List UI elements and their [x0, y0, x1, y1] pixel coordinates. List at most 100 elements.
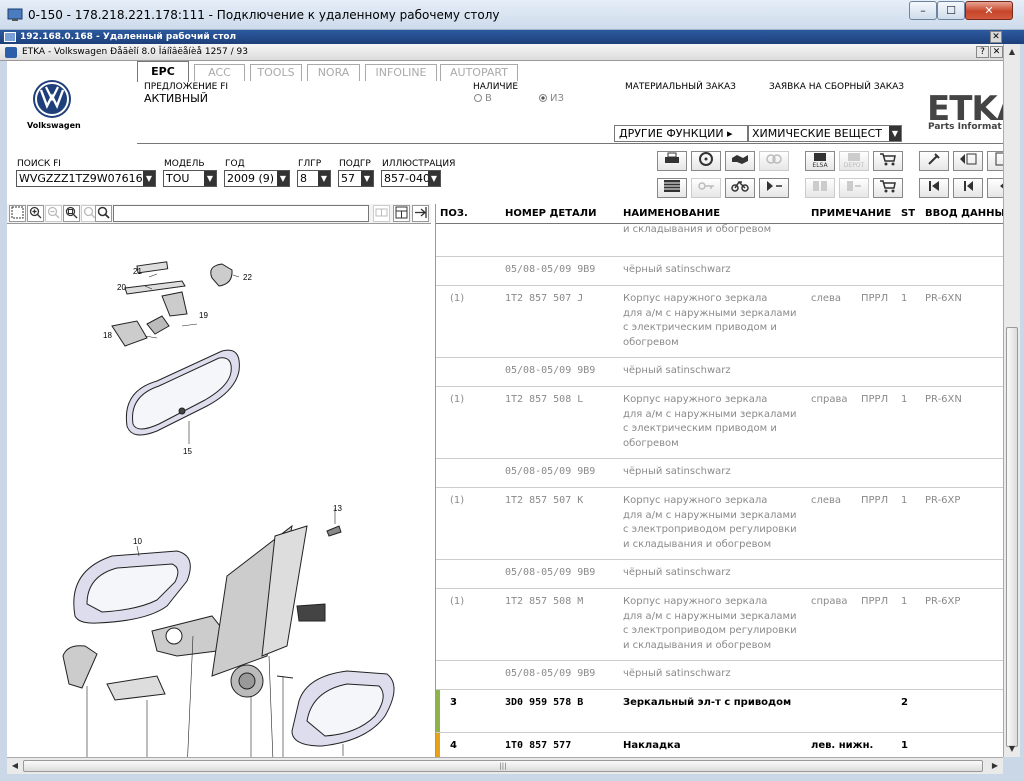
scroll-right-icon[interactable]: ▶	[989, 760, 1001, 772]
chevron-down-icon[interactable]: ▼	[318, 171, 330, 186]
chevron-down-icon[interactable]: ▼	[361, 171, 373, 186]
chevron-down-icon[interactable]: ▼	[428, 171, 440, 186]
back-list-button[interactable]	[953, 151, 983, 171]
table-row[interactable]: 05/08-05/09 9B9 чёрный satinschwarz	[436, 358, 1003, 387]
horizontal-scrollbar[interactable]: ◀ ||| ▶	[7, 757, 1003, 774]
scrollbar-thumb[interactable]: |||	[23, 760, 983, 772]
col-note[interactable]: ПРИМЕЧАНИЕ	[811, 208, 891, 219]
app-close-button[interactable]: ✕	[990, 46, 1003, 58]
callout-20[interactable]: 20	[117, 283, 126, 292]
chevron-down-icon[interactable]: ▼	[204, 171, 216, 186]
magnifier-button[interactable]	[95, 205, 112, 222]
zoom-area-button[interactable]	[9, 205, 26, 222]
chemicals-select[interactable]: ХИМИЧЕСКИЕ ВЕЩЕСТ ▼	[748, 125, 902, 142]
illustration-search-field[interactable]	[113, 205, 369, 222]
table-row[interactable]: 05/08-05/09 9B9 чёрный satinschwarz	[436, 661, 1003, 690]
rdp-close-button[interactable]: ✕	[990, 31, 1002, 43]
table-row[interactable]: 05/08-05/09 9B9 чёрный satinschwarz	[436, 257, 1003, 286]
print-button[interactable]	[657, 151, 687, 171]
table-row[interactable]: (1) 1T2 857 508 M справа ПРРЛ 1 PR-6XP Корпус …	[436, 589, 1003, 661]
cell-name-line: с электрическим приводом и	[623, 322, 777, 333]
col-name[interactable]: НАИМЕНОВАНИЕ	[623, 208, 720, 219]
parts-illustration[interactable]: 21 22 20 19 18 15 13 10 5 4 3 9 6 11 1	[7, 226, 433, 757]
cell-note: справа	[811, 394, 848, 405]
tab-acc[interactable]: ACC	[194, 64, 245, 81]
parts-list-button[interactable]	[657, 178, 687, 198]
cell-part-number: 1T2 857 508 L	[505, 394, 584, 405]
transfer-button[interactable]	[839, 178, 869, 198]
zoom-fit-button[interactable]	[63, 205, 80, 222]
vin-input[interactable]: WVGZZZ1TZ9W07616 ▼	[16, 170, 156, 187]
first-button[interactable]	[919, 178, 949, 198]
table-row[interactable]: 05/08-05/09 9B9 чёрный satinschwarz	[436, 459, 1003, 488]
play-button[interactable]	[759, 178, 789, 198]
col-input[interactable]: ВВОД ДАННЫХ	[925, 208, 1003, 219]
cart-add-button[interactable]	[873, 151, 903, 171]
scroll-down-icon[interactable]: ▼	[1006, 743, 1018, 755]
scroll-left-icon[interactable]: ◀	[9, 760, 21, 772]
expand-button[interactable]	[412, 205, 429, 222]
scrollbar-thumb[interactable]	[1006, 327, 1018, 747]
material-order-link[interactable]: МАТЕРИАЛЬНЫЙ ЗАКАЗ	[625, 82, 736, 92]
search-disabled-button[interactable]	[759, 151, 789, 171]
bike-button[interactable]	[725, 178, 755, 198]
callout-10[interactable]: 10	[133, 537, 142, 546]
scroll-up-icon[interactable]: ▲	[1006, 46, 1018, 58]
table-row[interactable]: (1) 1T2 857 507 K слева ПРРЛ 1 PR-6XP Корпус н…	[436, 488, 1003, 560]
assembly-order-link[interactable]: ЗАЯВКА НА СБОРНЫЙ ЗАКАЗ	[769, 82, 904, 92]
main-group-select[interactable]: 8 ▼	[297, 170, 331, 187]
cell-name-line: Корпус наружного зеркала	[623, 293, 768, 304]
vertical-scrollbar[interactable]: ▲ ▼	[1003, 44, 1020, 757]
callout-15[interactable]: 15	[183, 447, 192, 456]
help-button[interactable]: ?	[976, 46, 989, 58]
callout-18[interactable]: 18	[103, 331, 112, 340]
callout-19[interactable]: 19	[199, 311, 208, 320]
chevron-down-icon[interactable]: ▼	[277, 171, 289, 186]
col-pos[interactable]: ПОЗ.	[440, 208, 468, 219]
zoom-in-button[interactable]	[27, 205, 44, 222]
tab-tools[interactable]: TOOLS	[250, 64, 302, 81]
table-row[interactable]: 4 1T0 857 577 лев. нижн. 1 Накладка	[436, 733, 1003, 757]
tab-infoline[interactable]: INFOLINE	[365, 64, 437, 81]
previous-button[interactable]	[953, 178, 983, 198]
maximize-button[interactable]: ☐	[937, 1, 965, 20]
layout-button[interactable]	[393, 205, 410, 222]
chevron-down-icon[interactable]: ▼	[889, 126, 901, 141]
back-button[interactable]	[987, 178, 1003, 198]
other-functions-button[interactable]: ДРУГИЕ ФУНКЦИИ ▸	[614, 125, 748, 142]
cart-button[interactable]	[873, 178, 903, 198]
year-select[interactable]: 2009 (9) ▼	[224, 170, 290, 187]
depot-button[interactable]: DEPOT	[839, 151, 869, 171]
availability-radio-iz[interactable]: ИЗ	[539, 93, 564, 104]
split-view-button[interactable]	[373, 205, 390, 222]
tab-nora[interactable]: NORA	[307, 64, 360, 81]
zoom-out-button[interactable]	[45, 205, 62, 222]
handshake-button[interactable]	[725, 151, 755, 171]
tab-epc[interactable]: EPC	[137, 61, 189, 82]
pin-button[interactable]	[919, 151, 949, 171]
service-button[interactable]	[691, 151, 721, 171]
chevron-down-icon[interactable]: ▼	[143, 171, 155, 186]
elsa-button[interactable]: ELSA	[805, 151, 835, 171]
model-select[interactable]: TOU ▼	[163, 170, 217, 187]
minimize-button[interactable]: –	[909, 1, 937, 20]
sub-group-select[interactable]: 57 ▼	[338, 170, 374, 187]
list-button[interactable]	[987, 151, 1003, 171]
col-st[interactable]: ST	[901, 208, 915, 219]
key-button[interactable]	[691, 178, 721, 198]
table-row[interactable]: 05/08-05/09 9B9 чёрный satinschwarz	[436, 560, 1003, 589]
tab-autopart[interactable]: AUTOPART	[440, 64, 518, 81]
table-row[interactable]: (1) 1T2 857 508 L справа ПРРЛ 1 PR-6XN Корпус …	[436, 387, 1003, 459]
callout-13[interactable]: 13	[333, 504, 342, 513]
callout-21[interactable]: 21	[133, 267, 142, 276]
callout-22[interactable]: 22	[243, 273, 252, 282]
desktop-icon	[4, 32, 16, 42]
illustration-select[interactable]: 857-040 ▼	[381, 170, 441, 187]
table-row[interactable]: (1) 1T2 857 507 J слева ПРРЛ 1 PR-6XN Корпус н…	[436, 286, 1003, 358]
close-button[interactable]: ✕	[965, 1, 1013, 20]
availability-radio-b[interactable]: В	[474, 93, 492, 104]
compare-button[interactable]	[805, 178, 835, 198]
table-row[interactable]: и складывания и обогревом	[436, 224, 1003, 257]
table-row[interactable]: 3 3D0 959 578 B 2 Зеркальный эл-т с приводо…	[436, 690, 1003, 733]
col-part-number[interactable]: НОМЕР ДЕТАЛИ	[505, 208, 596, 219]
